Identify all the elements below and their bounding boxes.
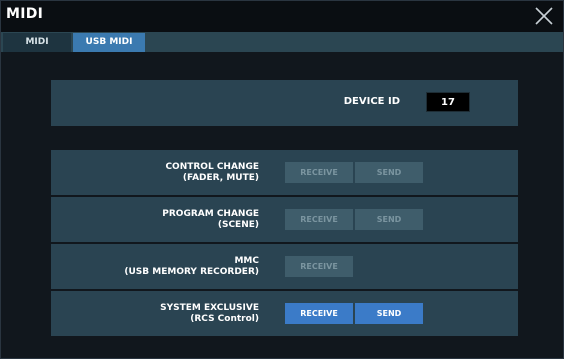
row-label-title: CONTROL CHANGE [165, 161, 259, 172]
system-exclusive-send-button[interactable]: SEND [355, 303, 423, 324]
row-label-title: PROGRAM CHANGE [162, 208, 259, 219]
program-change-receive-button[interactable]: RECEIVE [285, 209, 353, 230]
tab-midi[interactable]: MIDI [3, 33, 71, 52]
row-label-title: MMC [234, 255, 259, 266]
row-label-sub: (USB MEMORY RECORDER) [124, 266, 259, 277]
row-label-sub: (SCENE) [217, 219, 259, 230]
row-label: PROGRAM CHANGE (SCENE) [162, 197, 259, 242]
row-program-change: PROGRAM CHANGE (SCENE) RECEIVE SEND [51, 197, 518, 242]
row-system-exclusive: SYSTEM EXCLUSIVE (RCS Control) RECEIVE S… [51, 291, 518, 336]
system-exclusive-receive-button[interactable]: RECEIVE [285, 303, 353, 324]
row-label-sub: (RCS Control) [190, 313, 259, 324]
tab-usb-midi[interactable]: USB MIDI [73, 33, 145, 52]
window-title: MIDI [6, 6, 44, 22]
control-change-send-button[interactable]: SEND [355, 162, 423, 183]
row-label-sub: (FADER, MUTE) [182, 172, 259, 183]
control-change-receive-button[interactable]: RECEIVE [285, 162, 353, 183]
mmc-receive-button[interactable]: RECEIVE [285, 256, 353, 277]
row-label: CONTROL CHANGE (FADER, MUTE) [165, 150, 259, 195]
row-mmc: MMC (USB MEMORY RECORDER) RECEIVE [51, 244, 518, 289]
tab-bar: MIDI USB MIDI [1, 32, 563, 52]
row-control-change: CONTROL CHANGE (FADER, MUTE) RECEIVE SEN… [51, 150, 518, 195]
title-bar: MIDI [1, 1, 563, 32]
row-label-title: SYSTEM EXCLUSIVE [160, 302, 259, 313]
device-id-panel: DEVICE ID 17 [51, 80, 518, 126]
close-icon[interactable] [533, 5, 555, 27]
midi-window: MIDI MIDI USB MIDI DEVICE ID 17 CONTROL … [0, 0, 564, 359]
row-label: MMC (USB MEMORY RECORDER) [124, 244, 259, 289]
row-label: SYSTEM EXCLUSIVE (RCS Control) [160, 291, 259, 336]
device-id-field[interactable]: 17 [426, 92, 470, 112]
content-area: DEVICE ID 17 CONTROL CHANGE (FADER, MUTE… [1, 52, 563, 358]
device-id-label: DEVICE ID [343, 96, 400, 107]
program-change-send-button[interactable]: SEND [355, 209, 423, 230]
message-settings: CONTROL CHANGE (FADER, MUTE) RECEIVE SEN… [51, 150, 518, 336]
